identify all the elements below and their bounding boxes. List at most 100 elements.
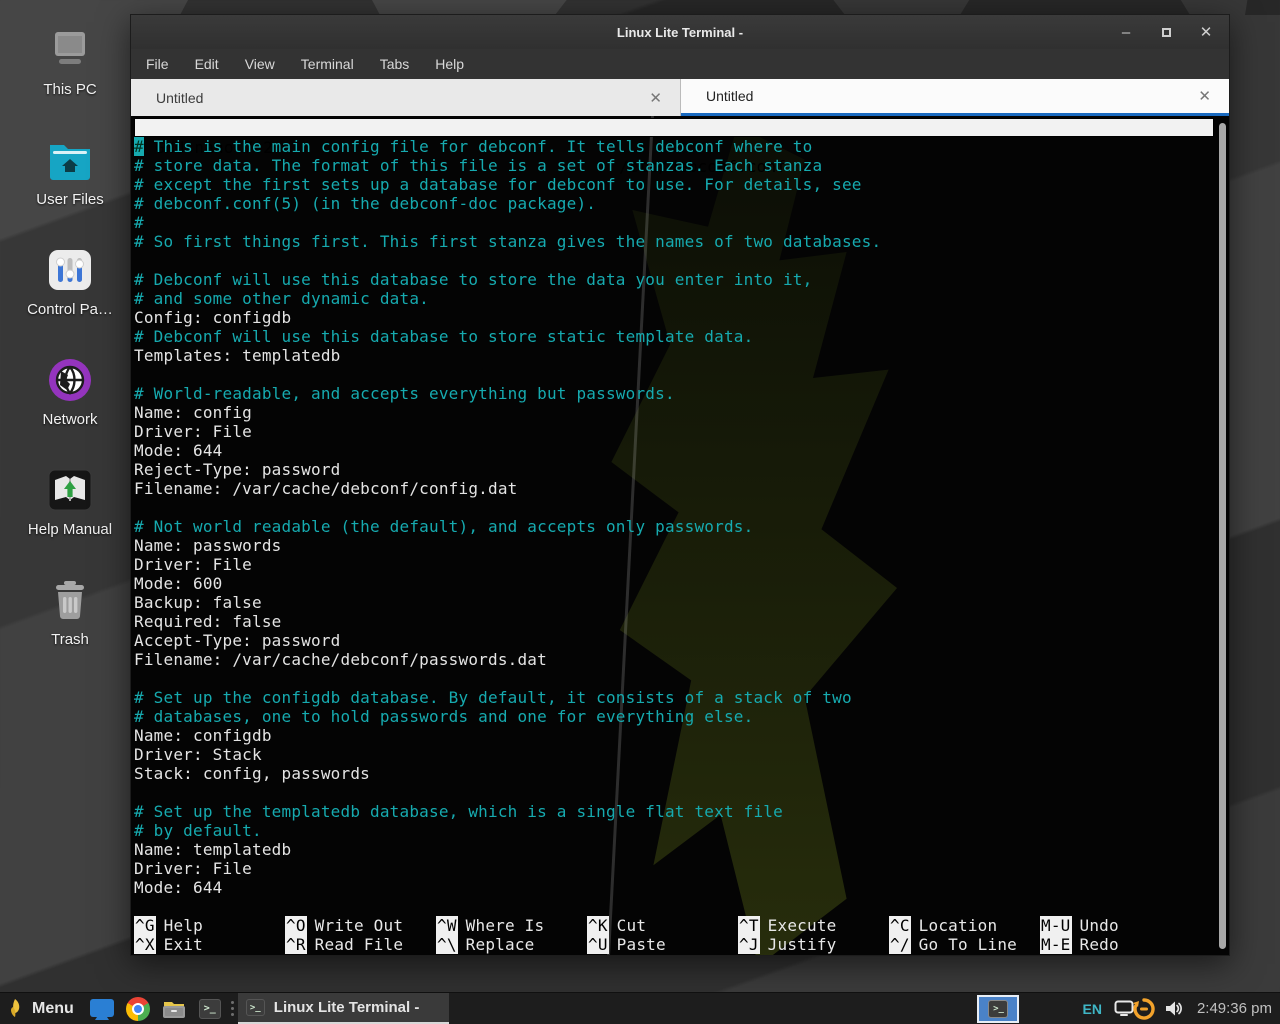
tray-terminal-icon[interactable]: >_ — [977, 995, 1019, 1023]
desktop-icon-label: User Files — [10, 191, 130, 208]
desktop-icon-help-manual[interactable]: Help Manual — [10, 466, 130, 538]
desktop-icon-network[interactable]: Network — [10, 356, 130, 428]
terminal-line: Mode: 600 — [134, 574, 1215, 593]
menu-tabs[interactable]: Tabs — [380, 56, 410, 72]
desktop-icon-label: Trash — [10, 631, 130, 648]
menu-file[interactable]: File — [146, 56, 169, 72]
terminal-content[interactable]: GNU nano 7.2 /etc/debconf.conf # This is… — [131, 116, 1229, 955]
terminal-line: # except the first sets up a database fo… — [134, 175, 1215, 194]
maximize-button[interactable] — [1157, 25, 1175, 40]
window-titlebar[interactable]: Linux Lite Terminal - – ✕ — [131, 15, 1229, 49]
tab-untitled-2[interactable]: Untitled ✕ — [681, 79, 1229, 116]
shortcut-key: ^K — [587, 916, 609, 935]
desktop-icon-label: Help Manual — [10, 521, 130, 538]
file-manager-icon[interactable] — [161, 996, 187, 1022]
terminal-line: # — [134, 213, 1215, 232]
taskbar-window-button[interactable]: >_ Linux Lite Terminal - — [238, 993, 450, 1024]
nano-shortcut-row1: ^GHelp^OWrite Out^WWhere Is^KCut^TExecut… — [134, 916, 1215, 935]
nano-shortcut: ^C Location — [889, 916, 1040, 935]
desktop-icon-user-files[interactable]: User Files — [10, 136, 130, 208]
nano-cursor: # — [134, 137, 144, 156]
taskbar: Menu >_ >_ Linux Lite Terminal - — [0, 992, 1280, 1024]
desktop-icon-label: Network — [10, 411, 130, 428]
keyboard-layout-indicator[interactable]: EN — [1082, 1001, 1101, 1017]
terminal-line: Reject-Type: password — [134, 460, 1215, 479]
terminal-line: Templates: templatedb — [134, 346, 1215, 365]
terminal-line: Config: configdb — [134, 308, 1215, 327]
tab-close-icon[interactable]: ✕ — [649, 89, 662, 107]
terminal-line: # So first things first. This first stan… — [134, 232, 1215, 251]
nano-shortcut: ^TExecute — [738, 916, 889, 935]
nano-shortcut: ^JJustify — [738, 935, 889, 954]
terminal-line: # and some other dynamic data. — [134, 289, 1215, 308]
scrollbar-thumb[interactable] — [1219, 123, 1226, 949]
minimize-button[interactable]: – — [1117, 25, 1135, 40]
terminal-line: Mode: 644 — [134, 878, 1215, 897]
terminal-line — [134, 251, 1215, 270]
clock[interactable]: 2:49:36 pm — [1197, 1000, 1272, 1017]
terminal-line — [134, 498, 1215, 517]
display-tray-icon[interactable] — [1114, 1000, 1134, 1017]
shortcut-key: ^O — [285, 916, 307, 935]
terminal-line: # debconf.conf(5) (in the debconf-doc pa… — [134, 194, 1215, 213]
nano-shortcut-row2: ^XExit^RRead File^\Replace^UPaste^JJusti… — [134, 935, 1215, 954]
terminal-line: # Set up the templatedb database, which … — [134, 802, 1215, 821]
shortcut-label: Help — [164, 916, 203, 935]
shortcut-key: ^C — [889, 916, 911, 935]
terminal-line: Filename: /var/cache/debconf/config.dat — [134, 479, 1215, 498]
terminal-glyph: >_ — [246, 999, 265, 1016]
shortcut-key: ^G — [134, 916, 156, 935]
shortcut-label: Where Is — [466, 916, 545, 935]
chrome-icon[interactable] — [125, 996, 151, 1022]
shortcut-key: ^W — [436, 916, 458, 935]
terminal-line: Accept-Type: password — [134, 631, 1215, 650]
update-notifier-icon[interactable] — [1132, 997, 1156, 1021]
terminal-line: Backup: false — [134, 593, 1215, 612]
home-folder-icon — [10, 136, 130, 184]
desktop-icon-control-panel[interactable]: Control Pa… — [10, 246, 130, 318]
nano-shortcut: M-ERedo — [1040, 935, 1191, 954]
terminal-launcher-icon[interactable]: >_ — [197, 996, 223, 1022]
terminal-line: Mode: 644 — [134, 441, 1215, 460]
shortcut-label: Location — [919, 916, 998, 935]
desktop-icon-label: Control Pa… — [10, 301, 130, 318]
desktop-icon-trash[interactable]: Trash — [10, 576, 130, 648]
shortcut-label: Execute — [768, 916, 837, 935]
tab-label: Untitled — [156, 90, 203, 106]
shortcut-label: Justify — [768, 935, 837, 954]
start-menu-button[interactable]: Menu — [0, 993, 84, 1024]
tab-untitled-1[interactable]: Untitled ✕ — [131, 79, 681, 116]
shortcut-label: Read File — [315, 935, 404, 954]
shortcut-label: Go To Line — [919, 935, 1017, 954]
terminal-line: Stack: config, passwords — [134, 764, 1215, 783]
terminal-line: # Debconf will use this database to stor… — [134, 270, 1215, 289]
desktop-icon-this-pc[interactable]: This PC — [10, 26, 130, 98]
terminal-window: Linux Lite Terminal - – ✕ File Edit View… — [130, 14, 1230, 956]
terminal-line: # This is the main config file for debco… — [134, 137, 1215, 156]
close-button[interactable]: ✕ — [1197, 25, 1215, 40]
shortcut-label: Write Out — [315, 916, 404, 935]
menu-view[interactable]: View — [245, 56, 275, 72]
wallpaper-shape — [180, 0, 380, 15]
laptop-icon — [10, 26, 130, 74]
shortcut-label: Replace — [466, 935, 535, 954]
volume-icon[interactable] — [1164, 1000, 1183, 1017]
terminal-lines: # This is the main config file for debco… — [134, 137, 1215, 916]
show-desktop-icon[interactable] — [89, 996, 115, 1022]
nano-header: GNU nano 7.2 /etc/debconf.conf — [134, 118, 1214, 137]
tab-label: Untitled — [706, 88, 753, 104]
terminal-line — [134, 365, 1215, 384]
tasklist-handle[interactable] — [228, 993, 238, 1024]
terminal-line: Driver: Stack — [134, 745, 1215, 764]
tab-close-icon[interactable]: ✕ — [1198, 87, 1211, 105]
wallpaper-shape — [960, 0, 1190, 15]
menu-edit[interactable]: Edit — [195, 56, 219, 72]
terminal-line: Driver: File — [134, 859, 1215, 878]
terminal-line: Name: configdb — [134, 726, 1215, 745]
terminal-glyph: >_ — [988, 1000, 1008, 1018]
shortcut-key: ^/ — [889, 935, 911, 954]
nano-shortcut: ^\Replace — [436, 935, 587, 954]
shortcut-key: M-E — [1040, 935, 1072, 954]
menu-help[interactable]: Help — [435, 56, 464, 72]
menu-terminal[interactable]: Terminal — [301, 56, 354, 72]
